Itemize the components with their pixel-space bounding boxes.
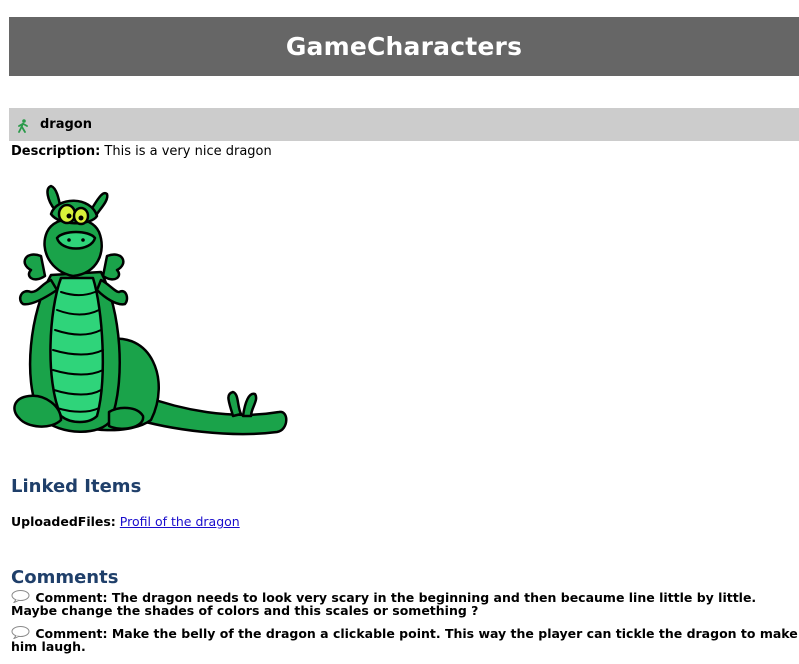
speech-bubble-icon	[11, 590, 30, 604]
comment-item: Comment: The dragon needs to look very s…	[11, 590, 799, 617]
linked-items-heading: Linked Items	[11, 476, 142, 497]
item-header: dragon	[9, 108, 799, 141]
item-name: dragon	[40, 117, 92, 132]
comments-heading: Comments	[11, 567, 119, 588]
description-label: Description:	[11, 144, 101, 159]
speech-bubble-icon	[11, 626, 30, 640]
item-description: Description: This is a very nice dragon	[11, 144, 272, 159]
comment-text: Comment: The dragon needs to look very s…	[11, 590, 757, 618]
uploaded-files-label: UploadedFiles:	[11, 514, 116, 529]
description-text: This is a very nice dragon	[104, 144, 272, 159]
comment-item: Comment: Make the belly of the dragon a …	[11, 626, 799, 653]
dragon-image	[11, 180, 291, 440]
comment-text: Comment: Make the belly of the dragon a …	[11, 626, 798, 654]
uploaded-files-row: UploadedFiles: Profil of the dragon	[11, 514, 240, 529]
title-bar: GameCharacters	[9, 17, 799, 76]
page-title: GameCharacters	[285, 32, 523, 61]
walking-figure-icon	[17, 118, 29, 133]
uploaded-file-link[interactable]: Profil of the dragon	[120, 514, 240, 529]
